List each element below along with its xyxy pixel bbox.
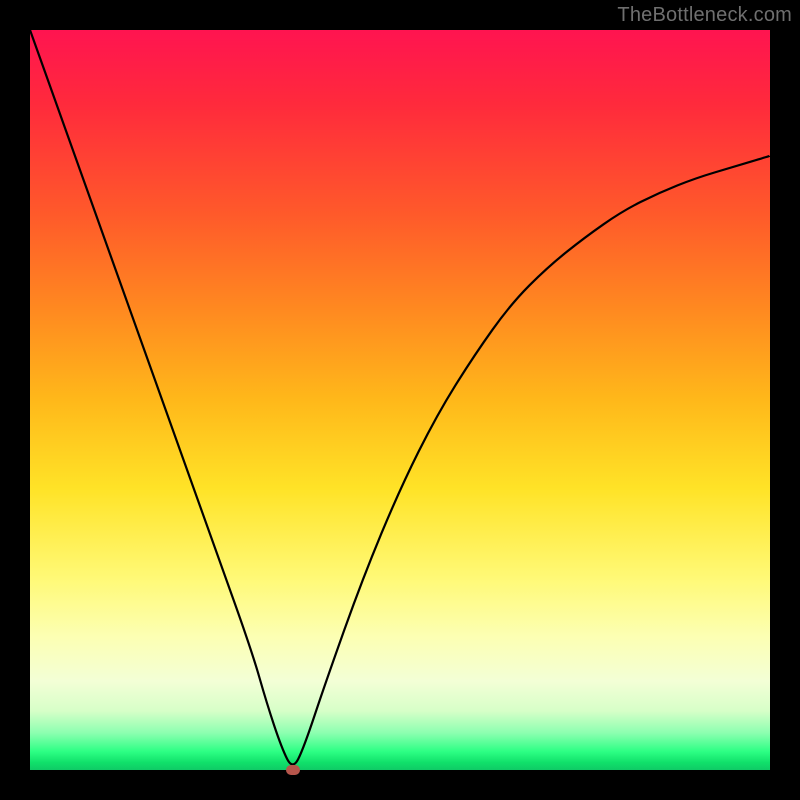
plot-area: [30, 30, 770, 770]
curve-svg: [30, 30, 770, 770]
optimum-marker: [286, 765, 300, 775]
attribution-label: TheBottleneck.com: [617, 4, 792, 27]
bottleneck-curve: [30, 30, 770, 764]
chart-stage: TheBottleneck.com: [0, 0, 800, 800]
